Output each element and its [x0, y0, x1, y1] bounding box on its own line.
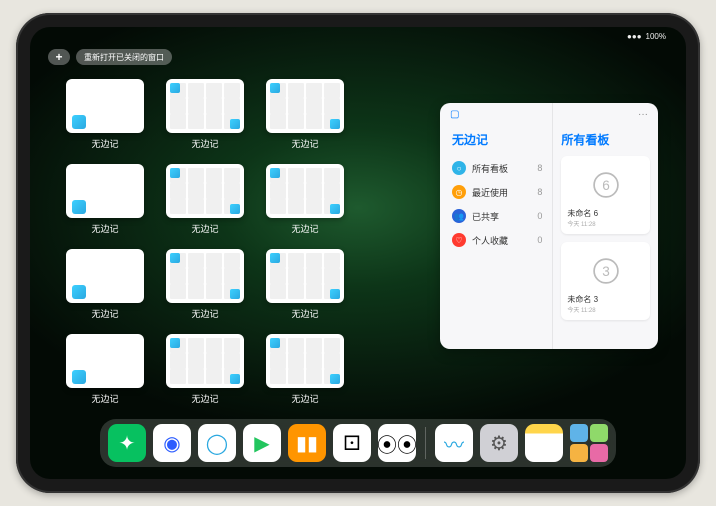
dock-separator	[425, 427, 426, 459]
app-switcher-card[interactable]: 无边记	[66, 334, 144, 405]
menu-count: 8	[537, 187, 542, 197]
app-switcher-card[interactable]: 无边记	[166, 79, 244, 150]
menu-count: 8	[537, 163, 542, 173]
sidebar-icon[interactable]: ▢	[450, 109, 459, 120]
board-card[interactable]: 3 未命名 3今天 11:28	[561, 242, 650, 320]
app-label: 无边记	[91, 137, 118, 150]
svg-text:6: 6	[602, 178, 610, 193]
app-thumbnail	[266, 334, 344, 388]
svg-text:3: 3	[602, 264, 610, 279]
app-label: 无边记	[91, 307, 118, 320]
app-switcher-card[interactable]: 无边记	[66, 249, 144, 320]
app-thumbnail	[66, 249, 144, 303]
app-thumbnail	[166, 334, 244, 388]
app-label: 无边记	[191, 222, 218, 235]
app-label: 无边记	[291, 392, 318, 405]
app-thumbnail	[266, 249, 344, 303]
menu-icon: ○	[452, 161, 466, 175]
sidebar-item[interactable]: ○ 所有看板 8	[452, 156, 542, 180]
app-switcher-card[interactable]: 无边记	[66, 164, 144, 235]
panel-app-title: 无边记	[452, 131, 542, 148]
board-date: 今天 11:28	[567, 219, 644, 228]
app-label: 无边记	[291, 307, 318, 320]
app-switcher-card[interactable]: 无边记	[166, 164, 244, 235]
app-label: 无边记	[291, 137, 318, 150]
new-window-button[interactable]: +	[48, 49, 70, 65]
app-thumbnail	[166, 249, 244, 303]
app-switcher-card[interactable]: 无边记	[266, 79, 344, 150]
dock-app-wechat[interactable]: ✦	[108, 424, 146, 462]
board-preview: 3	[567, 248, 644, 294]
screen: ●●● 100% + 重新打开已关闭的窗口 无边记无边记无边记无边记无边记无边记…	[30, 27, 686, 479]
menu-icon: ♡	[452, 233, 466, 247]
wifi-icon: ●●●	[627, 32, 642, 41]
dock-app-freeform[interactable]: 〰	[435, 424, 473, 462]
board-preview: 6	[567, 162, 644, 208]
menu-label: 个人收藏	[472, 234, 531, 247]
board-name: 未命名 3	[567, 294, 644, 305]
app-thumbnail	[166, 79, 244, 133]
menu-label: 所有看板	[472, 162, 531, 175]
dock-app-connect[interactable]: ⦿⦿	[378, 424, 416, 462]
app-thumbnail	[166, 164, 244, 218]
sidebar-item[interactable]: ◷ 最近使用 8	[452, 180, 542, 204]
dock-app-settings[interactable]: ⚙	[480, 424, 518, 462]
menu-label: 已共享	[472, 210, 531, 223]
ipad-device: ●●● 100% + 重新打开已关闭的窗口 无边记无边记无边记无边记无边记无边记…	[16, 13, 700, 493]
board-name: 未命名 6	[567, 208, 644, 219]
battery-label: 100%	[646, 32, 666, 41]
dock-app-notes[interactable]	[525, 424, 563, 462]
app-switcher-card[interactable]: 无边记	[66, 79, 144, 150]
panel-sidebar: 无边记 ○ 所有看板 8 ◷ 最近使用 8 👥 已共享 0 ♡ 个人收藏 0	[440, 103, 553, 349]
top-controls: + 重新打开已关闭的窗口	[48, 49, 172, 65]
app-label: 无边记	[191, 307, 218, 320]
dock-app-library[interactable]	[570, 424, 608, 462]
app-switcher-card[interactable]: 无边记	[266, 334, 344, 405]
dock-app-browser2[interactable]: ◯	[198, 424, 236, 462]
app-label: 无边记	[291, 222, 318, 235]
menu-count: 0	[537, 235, 542, 245]
dock-app-browser1[interactable]: ◉	[153, 424, 191, 462]
panel-section-title: 所有看板	[561, 131, 650, 148]
app-switcher-card[interactable]: 无边记	[166, 249, 244, 320]
app-thumbnail	[66, 79, 144, 133]
app-thumbnail	[266, 79, 344, 133]
app-thumbnail	[266, 164, 344, 218]
app-switcher-card[interactable]: 无边记	[266, 164, 344, 235]
app-switcher-grid: 无边记无边记无边记无边记无边记无边记无边记无边记无边记无边记无边记无边记	[66, 79, 344, 405]
reopen-closed-window-button[interactable]: 重新打开已关闭的窗口	[76, 49, 172, 65]
board-date: 今天 11:28	[567, 305, 644, 314]
dock-app-books[interactable]: ▮▮	[288, 424, 326, 462]
app-label: 无边记	[191, 137, 218, 150]
app-switcher-card[interactable]: 无边记	[166, 334, 244, 405]
menu-icon: ◷	[452, 185, 466, 199]
menu-count: 0	[537, 211, 542, 221]
app-switcher-card[interactable]: 无边记	[266, 249, 344, 320]
app-label: 无边记	[91, 392, 118, 405]
more-icon[interactable]: ···	[638, 109, 648, 120]
sidebar-item[interactable]: ♡ 个人收藏 0	[452, 228, 542, 252]
freeform-panel: ▢ ··· 无边记 ○ 所有看板 8 ◷ 最近使用 8 👥 已共享 0 ♡ 个人收藏 0 所有看板 6…	[440, 103, 658, 349]
menu-label: 最近使用	[472, 186, 531, 199]
app-thumbnail	[66, 334, 144, 388]
app-label: 无边记	[91, 222, 118, 235]
dock-app-play[interactable]: ▶	[243, 424, 281, 462]
menu-icon: 👥	[452, 209, 466, 223]
dock: ✦◉◯▶▮▮⚀⦿⦿ 〰⚙	[100, 419, 616, 467]
status-bar: ●●● 100%	[30, 27, 686, 45]
sidebar-item[interactable]: 👥 已共享 0	[452, 204, 542, 228]
panel-content: 所有看板 6未命名 6今天 11:283未命名 3今天 11:28	[553, 103, 658, 349]
board-card[interactable]: 6 未命名 6今天 11:28	[561, 156, 650, 234]
app-label: 无边记	[191, 392, 218, 405]
app-thumbnail	[66, 164, 144, 218]
dock-app-dice[interactable]: ⚀	[333, 424, 371, 462]
